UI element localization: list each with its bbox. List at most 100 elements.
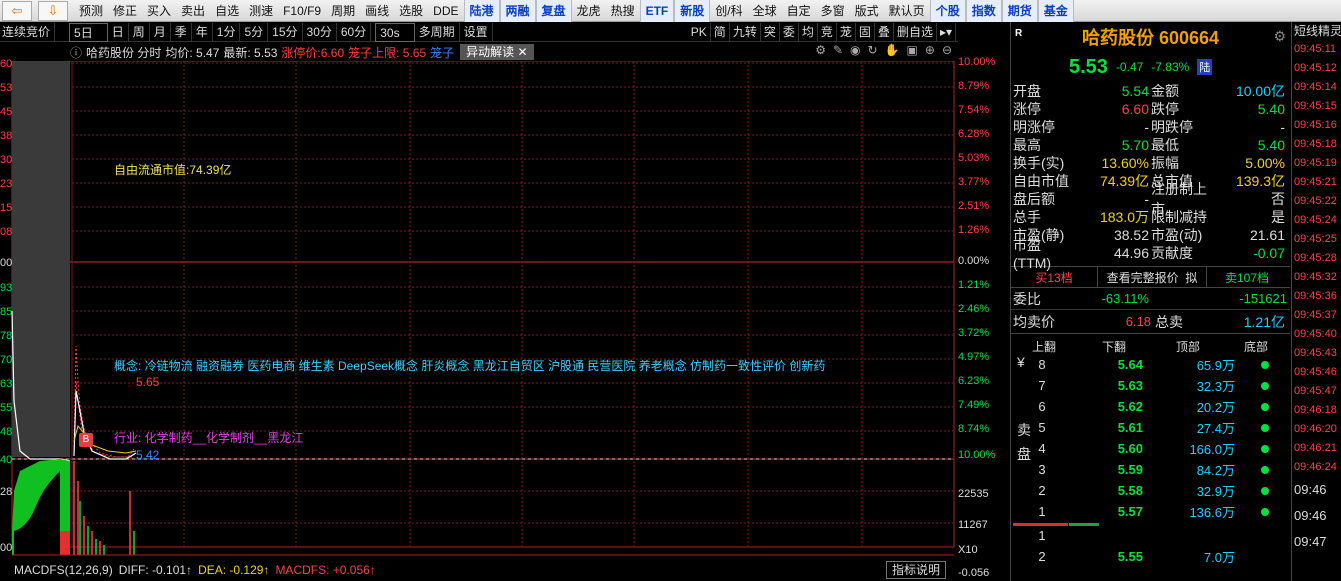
ticker-time[interactable]: 09:45:19	[1292, 154, 1341, 173]
toolbar-item[interactable]: ETF	[639, 0, 675, 22]
ticker-time[interactable]: 09:45:15	[1292, 97, 1341, 116]
toolbar-item[interactable]: 指数	[965, 0, 1002, 22]
ticker-time[interactable]: 09:45:46	[1292, 363, 1341, 382]
chart-tool-button[interactable]: 叠	[875, 23, 894, 42]
zoom-out-icon[interactable]: ⊖	[942, 43, 952, 57]
ticker-time[interactable]: 09:45:22	[1292, 192, 1341, 211]
settings-button[interactable]: 设置	[460, 22, 493, 42]
eye-icon[interactable]: ◉	[850, 43, 860, 57]
chart-tool-button[interactable]: 九转	[730, 23, 761, 42]
ticker-time[interactable]: 09:45:40	[1292, 325, 1341, 344]
multi-period-button[interactable]: 多周期	[415, 22, 460, 42]
chart-tool-button[interactable]: 固	[856, 23, 875, 42]
tab-buy-levels[interactable]: 买13档	[1011, 267, 1097, 287]
chart-tool-button[interactable]: 委	[780, 23, 799, 42]
chart-tool-button[interactable]: 茏	[837, 23, 856, 42]
toolbar-item[interactable]: 热搜	[606, 0, 640, 22]
toolbar-item[interactable]: 两融	[499, 0, 536, 22]
toolbar-item[interactable]: 多窗	[816, 0, 850, 22]
toolbar-item[interactable]: 版式	[850, 0, 884, 22]
chart-tool-button[interactable]: 突	[761, 23, 780, 42]
chart-tool-button[interactable]: 简	[711, 23, 730, 42]
period-tab[interactable]: 月	[150, 22, 171, 42]
toolbar-item[interactable]: 自选	[210, 0, 244, 22]
ticker-time[interactable]: 09:45:25	[1292, 230, 1341, 249]
period-tab[interactable]: 季	[171, 22, 192, 42]
sell-order-row[interactable]: 8 5.64 65.9万	[1011, 354, 1290, 375]
sell-order-row[interactable]: 7 5.63 32.3万	[1011, 375, 1290, 396]
chart-tool-button[interactable]: 删自选	[894, 23, 937, 42]
period-tab[interactable]: 周	[129, 22, 150, 42]
toolbar-item[interactable]: 龙虎	[572, 0, 606, 22]
buy-order-row[interactable]: 1	[1011, 525, 1290, 546]
tab-full-quote[interactable]: 查看完整报价 拟	[1097, 267, 1207, 287]
sell-order-row[interactable]: 2 5.58 32.9万	[1011, 480, 1290, 501]
indicator-help-button[interactable]: 指标说明	[885, 561, 946, 579]
ticker-time[interactable]: 09:45:24	[1292, 211, 1341, 230]
toolbar-item[interactable]: 陆港	[463, 0, 500, 22]
close-icon[interactable]: ✕	[518, 45, 528, 59]
ticker-time[interactable]: 09:45:21	[1292, 173, 1341, 192]
sell-order-row[interactable]: 5 5.61 27.4万	[1011, 417, 1290, 438]
chart-tool-button[interactable]: PK	[688, 23, 711, 42]
period-tab[interactable]: 5分	[240, 22, 269, 42]
chart-tool-button[interactable]: 竞	[818, 23, 837, 42]
toolbar-item[interactable]: 期货	[1001, 0, 1038, 22]
toolbar-item[interactable]: 基金	[1037, 0, 1074, 22]
hand-icon[interactable]: ✋	[885, 43, 900, 57]
ticker-time[interactable]: 09:45:36	[1292, 287, 1341, 306]
period-tab[interactable]: 60分	[337, 22, 372, 42]
toolbar-item[interactable]: 个股	[929, 0, 966, 22]
sell-order-row[interactable]: 4 5.60 166.0万	[1011, 438, 1290, 459]
ticker-time-large[interactable]: 09:46	[1292, 477, 1341, 503]
ticker-time-large[interactable]: 09:46	[1292, 503, 1341, 529]
ticker-time-large[interactable]: 09:47	[1292, 529, 1341, 555]
orderbook-nav-button[interactable]: 下翻	[1077, 338, 1151, 355]
toolbar-item[interactable]: DDE	[428, 0, 463, 22]
info-icon[interactable]: ⓘ	[70, 44, 82, 61]
ticker-time[interactable]: 09:45:12	[1292, 59, 1341, 78]
zoom-in-icon[interactable]: ⊕	[925, 43, 935, 57]
tab-sell-levels[interactable]: 卖107档	[1207, 267, 1287, 287]
days-select[interactable]: 5日	[69, 22, 108, 42]
toolbar-item[interactable]: 创/科	[710, 0, 747, 22]
toolbar-item[interactable]: 全球	[748, 0, 782, 22]
ticker-time[interactable]: 09:45:37	[1292, 306, 1341, 325]
ticker-time[interactable]: 09:45:18	[1292, 135, 1341, 154]
orderbook-nav-button[interactable]: 顶部	[1151, 338, 1225, 355]
period-tab[interactable]: 15分	[268, 22, 303, 42]
buy-order-row[interactable]: 2 5.55 7.0万	[1011, 546, 1290, 567]
period-tab[interactable]: 30分	[303, 22, 337, 42]
anomaly-badge[interactable]: 异动解读 ✕	[460, 44, 534, 60]
toolbar-item[interactable]: 周期	[326, 0, 360, 22]
ticker-time[interactable]: 09:45:16	[1292, 116, 1341, 135]
seconds-select[interactable]: 30s	[375, 22, 415, 42]
intraday-chart[interactable]: 60 53 45 38 30 23 15 08 00 93 85 78 70 63 55 48 40 28 00 1…	[0, 56, 995, 581]
ticker-time[interactable]: 09:45:28	[1292, 249, 1341, 268]
gear-icon[interactable]: ⚙	[1273, 28, 1286, 45]
ticker-time[interactable]: 09:46:21	[1292, 439, 1341, 458]
back-arrow-icon[interactable]: ⇦	[2, 0, 32, 21]
ticker-time[interactable]: 09:46:24	[1292, 458, 1341, 477]
ticker-time[interactable]: 09:46:20	[1292, 420, 1341, 439]
chart-tool-button[interactable]: 均	[799, 23, 818, 42]
expand-arrow-icon[interactable]: ▸▾	[937, 23, 956, 42]
refresh-icon[interactable]: ↻	[868, 43, 878, 57]
gear-icon[interactable]: ⚙	[815, 43, 826, 57]
period-tab[interactable]: 日	[108, 22, 129, 42]
toolbar-item[interactable]: 测速	[244, 0, 278, 22]
sell-order-row[interactable]: 3 5.59 84.2万	[1011, 459, 1290, 480]
ticker-time[interactable]: 09:45:43	[1292, 344, 1341, 363]
toolbar-item[interactable]: 卖出	[176, 0, 210, 22]
ticker-time[interactable]: 09:45:14	[1292, 78, 1341, 97]
period-tab[interactable]: 年	[192, 22, 213, 42]
period-tab[interactable]: 1分	[213, 22, 241, 42]
down-arrow-icon[interactable]: ⇩	[38, 0, 68, 21]
toolbar-item[interactable]: 选股	[394, 0, 428, 22]
toolbar-item[interactable]: 画线	[360, 0, 394, 22]
screenshot-icon[interactable]: ▣	[907, 43, 918, 57]
ticker-time[interactable]: 09:45:47	[1292, 382, 1341, 401]
toolbar-item[interactable]: 买入	[142, 0, 176, 22]
toolbar-item[interactable]: 修正	[108, 0, 142, 22]
toolbar-item[interactable]: 新股	[674, 0, 711, 22]
